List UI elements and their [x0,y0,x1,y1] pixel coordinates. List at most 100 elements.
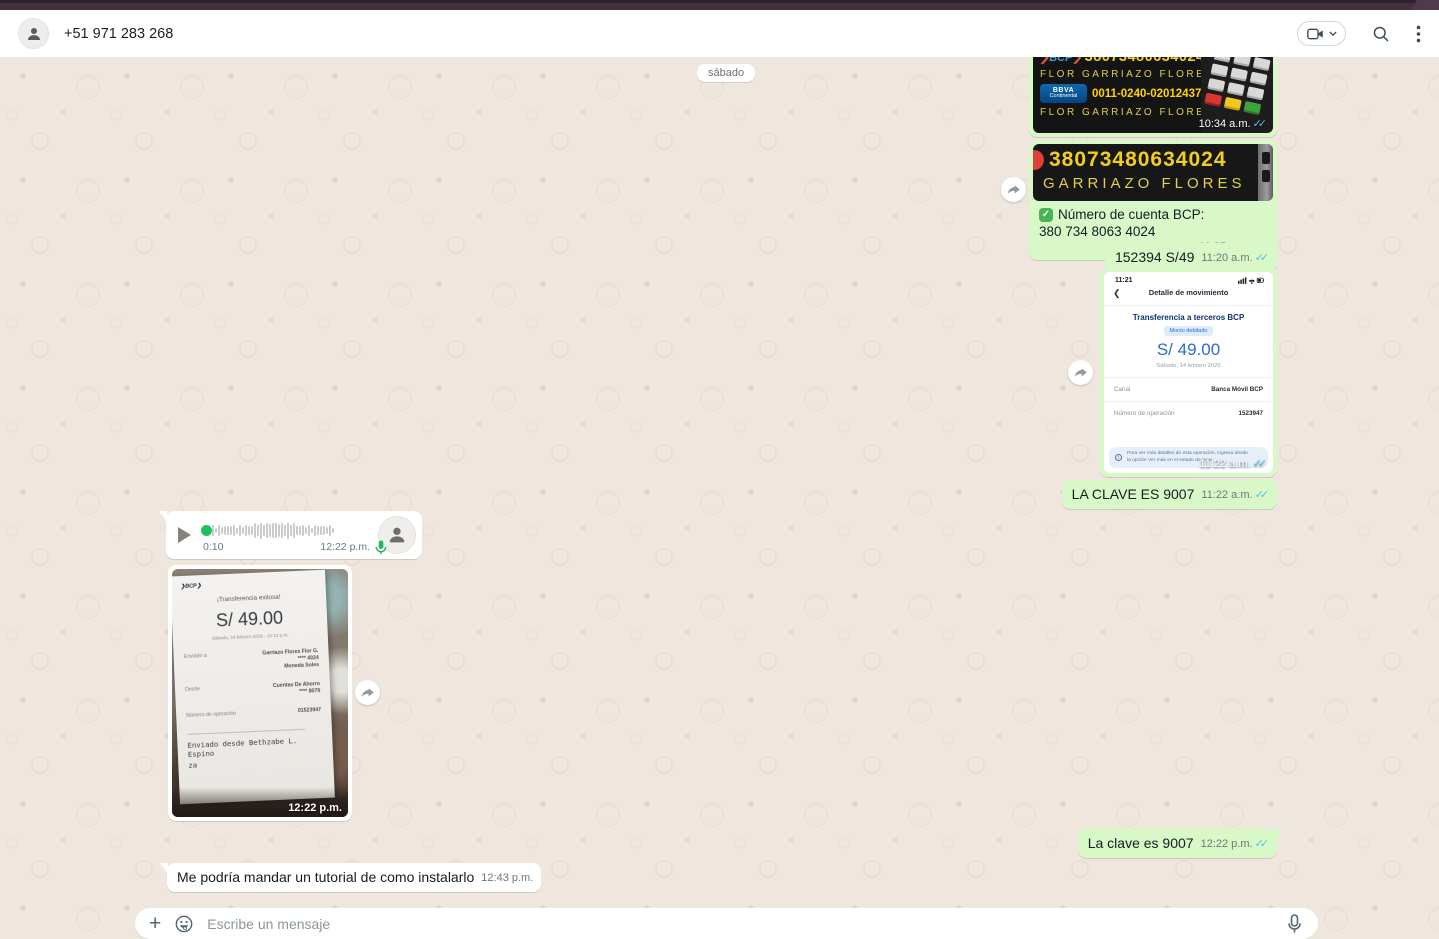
bubble-tail [160,863,168,874]
status-icons [1238,276,1264,284]
message-composer: + [135,908,1318,939]
chat-header: +51 971 283 268 [0,10,1439,57]
transfer-date: Sábado, 14 febrero 2026 [1104,363,1273,369]
screen-title: Detalle de movimiento [1104,288,1273,297]
bbva-logo: BBVAContinental [1040,84,1087,103]
voice-meta: 0:10 12:22 p.m. [203,541,370,553]
bbva-account-number: 0011-0240-0201243721 [1092,88,1201,100]
contact-avatar[interactable] [18,18,49,49]
message-account-card-image[interactable]: ❯BCP❯ 38073480634024 FLOR GARRIAZO FLORE… [1029,57,1277,137]
read-ticks-icon: ✓✓ [1255,490,1269,501]
person-icon [25,25,43,43]
chevron-down-icon [1329,31,1337,36]
caption-line-2: 380 734 8063 4024 [1039,223,1267,240]
forward-button[interactable] [1068,360,1093,385]
account-holder-name-2: FLOR GARRIAZO FLORES [1040,107,1201,118]
forward-icon [361,687,375,699]
read-ticks-icon: ✓✓ [1253,119,1267,130]
message-text: LA CLAVE ES 9007 [1072,486,1195,502]
chat-panel[interactable]: sábado ❯BCP❯ 38073480634024 FLOR GARRIAZ… [0,57,1439,939]
account-photo[interactable]: 38073480634024 GARRIAZO FLORES [1033,144,1273,201]
kebab-menu-icon [1416,25,1421,43]
account-number-large: 38073480634024 [1049,148,1227,172]
date-divider: sábado [697,64,755,82]
receipt-image[interactable]: ❯BCP❯ ¡Transferencia exitosa! S/ 49.00 S… [172,569,348,817]
mic-button[interactable] [1287,914,1302,934]
read-ticks-icon: ✓✓ [1253,459,1267,470]
person-icon [386,524,408,546]
transfer-amount: S/ 49.00 [1104,340,1273,360]
transfer-type: Transferencia a terceros BCP [1104,313,1273,322]
message-receipt-photo[interactable]: ❯BCP❯ ¡Transferencia exitosa! S/ 49.00 S… [168,565,352,821]
message-time: 12:22 p.m. [320,541,370,553]
message-time: 10:34 a.m. [1199,118,1251,130]
phone-clock: 11:21 [1115,277,1133,284]
search-button[interactable] [1372,25,1390,43]
voice-waveform[interactable] [203,522,370,539]
message-account-photo-with-caption[interactable]: 38073480634024 GARRIAZO FLORES ✓ Número d… [1029,140,1277,260]
bcp-receipt-logo: ❯BCP❯ [180,578,315,590]
attach-button[interactable]: + [149,913,161,934]
account-card-image[interactable]: ❯BCP❯ 38073480634024 FLOR GARRIAZO FLORE… [1033,57,1273,133]
search-icon [1372,25,1390,43]
bubble-tail [1276,829,1284,840]
account-holder-name: FLOR GARRIAZO FLORES [1040,69,1201,80]
read-ticks-icon: ✓✓ [1255,839,1269,850]
message-meta: 11:20 a.m. ✓✓ [1201,252,1269,265]
message-key-upper[interactable]: LA CLAVE ES 9007 11:22 a.m. ✓✓ [1062,480,1277,509]
message-key-lower[interactable]: La clave es 9007 12:22 p.m. ✓✓ [1078,829,1277,858]
emoji-button[interactable] [174,914,194,934]
forward-icon [1007,184,1021,196]
caption-line-1: Número de cuenta BCP: [1058,206,1204,223]
message-time: 11:22 a.m. [1199,458,1250,470]
transfer-screenshot-image[interactable]: 11:21 ❮ Detalle de movimiento Transferen… [1104,272,1273,473]
detail-row: Número de operación 1523947 [1104,405,1273,422]
bubble-tail [159,511,167,522]
header-actions [1297,21,1421,46]
forward-icon [1074,367,1088,379]
video-camera-icon [1307,28,1324,40]
menu-button[interactable] [1416,25,1421,43]
receipt-amount: S/ 49.00 [182,606,318,633]
message-input[interactable] [207,916,1274,932]
sender-avatar[interactable] [378,516,416,554]
message-meta: 11:22 a.m. ✓✓ [1201,489,1269,502]
video-call-button[interactable] [1297,21,1346,46]
screen-nav: ❮ Detalle de movimiento [1104,288,1273,302]
amount-badge: Monto debitado [1164,326,1214,336]
account-name-large: GARRIAZO FLORES [1043,175,1246,192]
receipt-paper: ❯BCP❯ ¡Transferencia exitosa! S/ 49.00 S… [172,570,335,805]
play-button[interactable] [178,527,191,543]
whatsapp-window: +51 971 283 268 sábado ❯BCP❯ 380734806 [0,0,1439,939]
read-ticks-icon: ✓✓ [1255,253,1269,264]
message-time: 11:22 a.m. [1201,489,1252,501]
back-chevron-icon: ❮ [1113,288,1121,299]
message-text: Me podría mandar un tutorial de como ins… [177,869,474,885]
bcp-account-number: 38073480634024 [1085,57,1201,65]
message-time: 12:43 p.m. [481,872,533,884]
message-meta: 12:22 p.m. [288,802,342,814]
voice-duration: 0:10 [203,541,223,553]
contact-name[interactable]: +51 971 283 268 [64,26,173,42]
detail-row: Canal Banca Móvil BCP [1104,381,1273,398]
device-edge [1258,144,1273,201]
bcp-logo-partial [1033,150,1044,170]
bcp-logo: ❯BCP❯ [1040,57,1082,64]
forward-button[interactable] [1001,177,1026,202]
seek-handle[interactable] [201,525,212,536]
message-tutorial-request[interactable]: Me podría mandar un tutorial de como ins… [167,863,541,892]
message-text: La clave es 9007 [1088,835,1194,851]
window-titlebar [0,0,1439,10]
forward-button[interactable] [355,680,380,705]
message-voice-note[interactable]: 0:10 12:22 p.m. [166,511,422,559]
check-mark-emoji: ✓ [1039,208,1053,222]
message-time: 11:20 a.m. [1201,252,1252,264]
phone-status-bar: 11:21 [1104,272,1273,284]
info-icon: i [1115,454,1122,461]
keypad [1204,57,1273,115]
message-meta: 10:34 a.m. ✓✓ [1199,118,1267,130]
mic-status-icon [375,540,387,555]
message-meta: 12:22 p.m. ✓✓ [1201,838,1269,851]
message-time: 12:22 p.m. [1201,838,1253,850]
message-transfer-screenshot[interactable]: 11:21 ❮ Detalle de movimiento Transferen… [1100,268,1277,477]
